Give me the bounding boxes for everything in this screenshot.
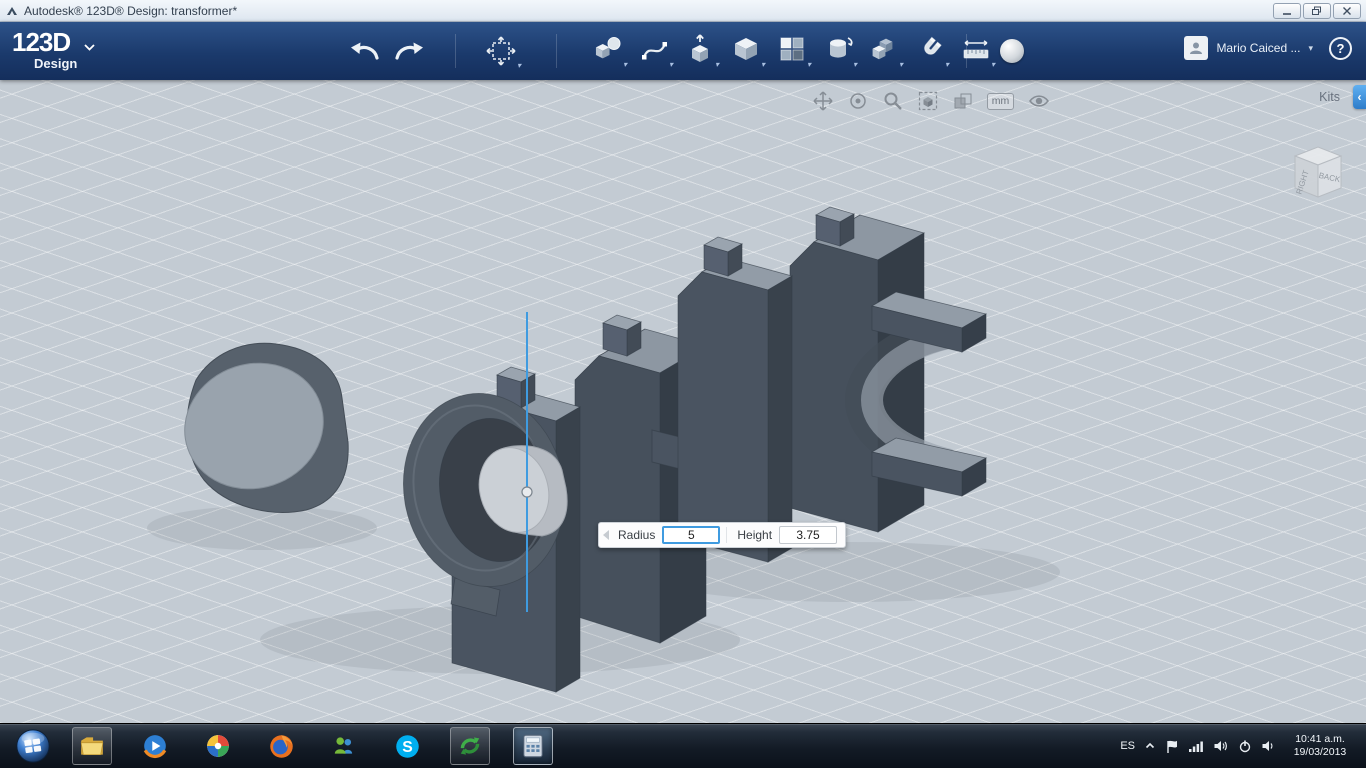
autodesk-logo-icon [5, 4, 19, 18]
svg-text:S: S [402, 739, 413, 756]
calculator-icon[interactable] [513, 727, 553, 765]
firefox-icon[interactable] [261, 727, 301, 765]
media-player-icon[interactable] [135, 727, 175, 765]
hidden-icons-chevron[interactable] [1144, 740, 1156, 752]
units-badge[interactable]: mm [987, 92, 1014, 110]
combine-icon[interactable]: ▾ [868, 34, 903, 69]
sketch-icon[interactable]: ▾ [638, 34, 673, 69]
app-window: Autodesk® 123D® Design: transformer* 123… [0, 0, 1366, 768]
action-center-flag-icon[interactable] [1165, 739, 1179, 754]
explorer-icon[interactable] [72, 727, 112, 765]
zoom-icon[interactable] [882, 90, 904, 112]
radius-label: Radius [618, 528, 656, 542]
avatar [1184, 36, 1209, 60]
toolbar-separator [455, 34, 456, 68]
pinwheel-icon[interactable] [198, 727, 238, 765]
display-mode-icon[interactable] [952, 90, 974, 112]
dropdown-chevron-icon: ▾ [668, 60, 673, 69]
eye-icon[interactable] [1027, 90, 1051, 112]
minimize-button[interactable] [1273, 2, 1301, 19]
viewport-3d[interactable]: mm Kits ‹ RIGHT BACK Radius 5 Height 3.7… [0, 80, 1366, 723]
dialog-handle-icon[interactable] [603, 530, 609, 540]
undo-icon[interactable] [346, 38, 382, 64]
volume-icon[interactable] [1213, 739, 1229, 753]
viewport-nav-toolbar: mm [812, 90, 1051, 112]
height-input[interactable] [779, 526, 838, 544]
toolbar-separator [556, 34, 557, 68]
clock-date: 19/03/2013 [1293, 746, 1347, 758]
radius-input[interactable] [662, 526, 721, 544]
help-button[interactable]: ? [1329, 36, 1352, 60]
pattern-icon[interactable]: ▾ [776, 34, 811, 69]
view-cube[interactable]: RIGHT BACK [1282, 140, 1354, 211]
pan-icon[interactable] [812, 90, 834, 112]
toolbar-separator [966, 34, 967, 68]
height-label: Height [737, 528, 773, 542]
clock-time: 10:41 a.m. [1295, 733, 1345, 745]
user-area: Mario Caiced ... ▾ ? [1184, 36, 1352, 60]
dropdown-chevron-icon: ▾ [760, 60, 765, 69]
skype-icon[interactable]: S [387, 727, 427, 765]
dropdown-chevron-icon: ▾ [806, 60, 811, 69]
parameter-dialog: Radius Height [598, 522, 847, 548]
user-menu-chevron-icon[interactable]: ▾ [1308, 43, 1313, 54]
app-logo[interactable]: 123D [12, 27, 71, 58]
revolve-icon[interactable]: ▾ [822, 34, 857, 69]
main-menu-chevron-icon[interactable] [84, 38, 95, 56]
messenger-icon[interactable] [324, 727, 364, 765]
main-toolbar: 123D Design ▾ ▾ ▾ ▾ ▾ ▾ ▾ ▾ ▾ ▾ Mario Ca… [0, 22, 1366, 80]
taskbar: S ES 10:41 a.m. 19/03/2013 [0, 723, 1366, 768]
magnet-snap-icon[interactable]: ▾ [914, 34, 949, 69]
start-button[interactable] [14, 727, 52, 765]
network-icon[interactable] [1188, 739, 1204, 753]
solid-icon[interactable]: ▾ [730, 34, 765, 69]
close-button[interactable] [1333, 2, 1361, 19]
dropdown-chevron-icon: ▾ [622, 60, 627, 69]
fit-view-icon[interactable] [917, 90, 939, 112]
dropdown-chevron-icon: ▾ [852, 60, 857, 69]
material-sphere-icon[interactable] [1000, 39, 1024, 63]
clock[interactable]: 10:41 a.m. 19/03/2013 [1286, 733, 1354, 759]
primitives-icon[interactable]: ▾ [592, 34, 627, 69]
kits-label[interactable]: Kits [1319, 90, 1340, 104]
dropdown-chevron-icon: ▾ [516, 61, 521, 70]
system-tray: ES 10:41 a.m. 19/03/2013 [1120, 733, 1358, 759]
dialog-divider [726, 527, 728, 543]
volume2-icon[interactable] [1261, 739, 1277, 753]
dropdown-chevron-icon: ▾ [944, 60, 949, 69]
user-name[interactable]: Mario Caiced ... [1216, 41, 1300, 55]
scene-canvas[interactable] [0, 80, 1366, 723]
tool-group: ▾ ▾ ▾ ▾ ▾ ▾ ▾ ▾ ▾ [592, 34, 995, 69]
orbit-icon[interactable] [847, 90, 869, 112]
gray-cylinder[interactable] [168, 342, 349, 513]
dropdown-chevron-icon: ▾ [990, 60, 995, 69]
taskbar-apps: S [72, 727, 553, 765]
language-indicator[interactable]: ES [1120, 740, 1135, 752]
transform-move-icon[interactable]: ▾ [484, 35, 521, 70]
app-logo-sub: Design [34, 56, 78, 71]
redo-icon[interactable] [392, 38, 428, 64]
title-bar: Autodesk® 123D® Design: transformer* [0, 0, 1366, 22]
power-icon[interactable] [1238, 739, 1252, 753]
restore-button[interactable] [1303, 2, 1331, 19]
dropdown-chevron-icon: ▾ [714, 60, 719, 69]
extrude-icon[interactable]: ▾ [684, 34, 719, 69]
transformer-core-right-half[interactable] [677, 206, 988, 563]
collapse-chevron-icon[interactable]: ‹ [1353, 85, 1366, 109]
window-title: Autodesk® 123D® Design: transformer* [24, 3, 238, 18]
dropdown-chevron-icon: ▾ [898, 60, 903, 69]
green-app-icon[interactable] [450, 727, 490, 765]
grip-handle[interactable] [521, 486, 533, 498]
measure-icon[interactable]: ▾ [960, 34, 995, 69]
